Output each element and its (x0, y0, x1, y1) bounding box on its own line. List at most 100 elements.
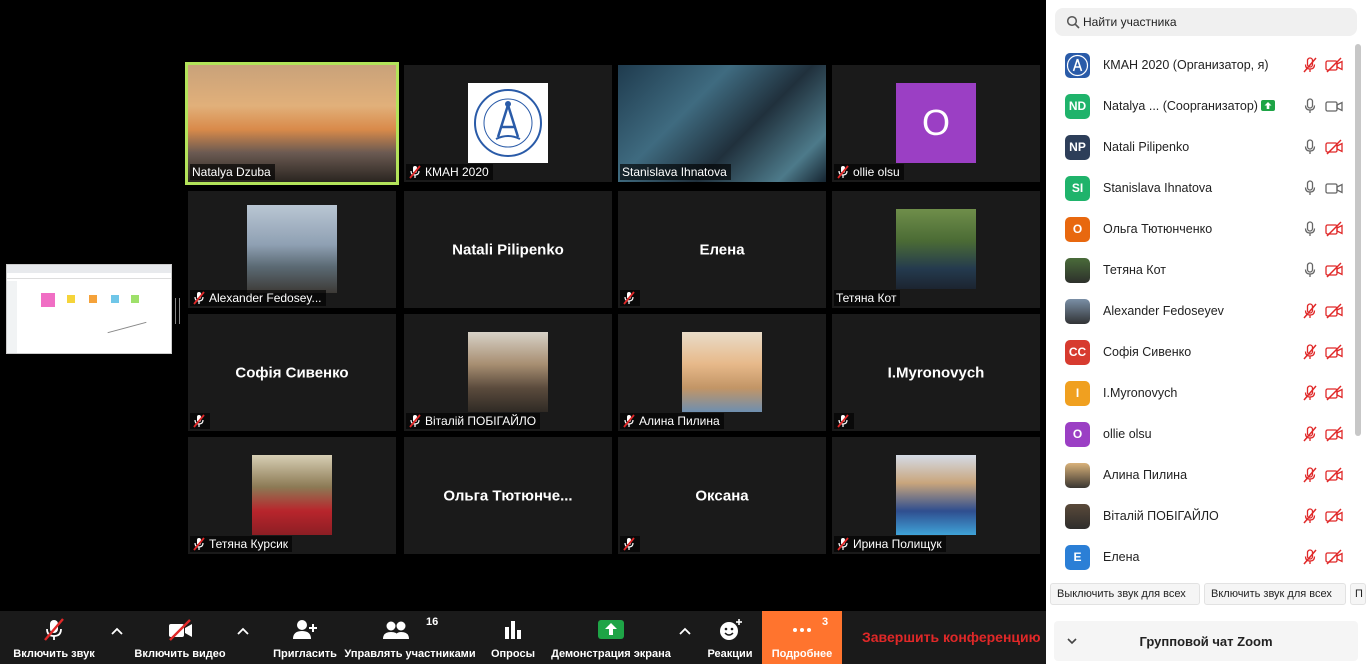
muted-mic-icon[interactable] (1303, 467, 1317, 483)
video-tile[interactable]: I.Myronovych (832, 314, 1040, 431)
participant-name: Віталій ПОБІГАЙЛО (1103, 509, 1219, 523)
video-off-icon[interactable] (1325, 344, 1343, 360)
video-off-icon[interactable] (1325, 467, 1343, 483)
share-options-chevron-icon[interactable] (678, 626, 692, 636)
video-tile[interactable]: Alexander Fedosey... (188, 191, 396, 308)
participant-row[interactable]: I I.Myronovych (1046, 373, 1352, 414)
participant-video (468, 332, 548, 412)
video-off-icon[interactable] (1325, 549, 1343, 565)
tile-name-label: Alexander Fedosey... (190, 290, 326, 306)
video-off-icon[interactable] (1325, 221, 1343, 237)
tile-name: Stanislava Ihnatova (622, 165, 727, 179)
video-off-icon[interactable] (1325, 385, 1343, 401)
more-dots-icon (793, 628, 811, 632)
video-tile[interactable]: Оксана (618, 437, 826, 554)
more-actions-button[interactable]: П (1350, 583, 1366, 605)
share-screen-button[interactable]: Демонстрация экрана (548, 611, 674, 664)
invite-button[interactable]: Пригласить (270, 611, 340, 664)
participants-icon (383, 621, 409, 639)
muted-mic-icon[interactable] (1303, 303, 1317, 319)
participant-video (896, 209, 976, 289)
video-off-icon[interactable] (1325, 57, 1343, 73)
participant-row[interactable]: Віталій ПОБІГАЙЛО (1046, 496, 1352, 537)
kman-logo (468, 83, 548, 163)
mic-icon[interactable] (1303, 98, 1317, 114)
video-tile[interactable]: Елена (618, 191, 826, 308)
video-off-icon[interactable] (1325, 139, 1343, 155)
tile-name-label: Тетяна Кот (834, 290, 901, 306)
participant-name: Тетяна Кот (1103, 263, 1166, 277)
add-person-icon (293, 620, 317, 639)
mic-icon[interactable] (1303, 262, 1317, 278)
video-off-icon[interactable] (1325, 303, 1343, 319)
audio-options-chevron-icon[interactable] (110, 626, 124, 636)
polls-button[interactable]: Опросы (484, 611, 542, 664)
participant-search[interactable] (1055, 8, 1357, 36)
video-tile[interactable]: Stanislava Ihnatova (618, 65, 826, 182)
more-button[interactable]: 3 Подробнее (762, 611, 842, 664)
muted-mic-icon (192, 291, 206, 305)
mic-icon[interactable] (1303, 221, 1317, 237)
tile-center-name: Оксана (695, 487, 749, 504)
screen-share-thumbnail[interactable] (6, 264, 172, 354)
video-tile[interactable]: Тетяна Курсик (188, 437, 396, 554)
participant-name: Алина Пилина (1103, 468, 1188, 482)
tile-name: Natalya Dzuba (192, 165, 271, 179)
participant-row[interactable]: СС Софія Сивенко (1046, 332, 1352, 373)
share-resize-handle[interactable] (175, 298, 180, 324)
muted-mic-icon[interactable] (1303, 508, 1317, 524)
chat-header[interactable]: Групповой чат Zoom (1054, 621, 1358, 661)
tile-name: Тетяна Курсик (209, 537, 289, 551)
search-input[interactable] (1083, 12, 1343, 32)
video-tile[interactable]: Софія Сивенко (188, 314, 396, 431)
video-off-icon[interactable] (1325, 508, 1343, 524)
mic-icon[interactable] (1303, 180, 1317, 196)
video-tile[interactable]: КМАН 2020 (404, 65, 612, 182)
video-tile[interactable]: Алина Пилина (618, 314, 826, 431)
participant-row[interactable]: Тетяна Кот (1046, 250, 1352, 291)
participant-row[interactable]: E Елена (1046, 537, 1352, 575)
video-camera-icon[interactable] (1325, 180, 1343, 196)
participant-name: КМАН 2020 (Организатор, я) (1103, 58, 1269, 72)
video-tile[interactable]: Oollie olsu (832, 65, 1040, 182)
participant-row[interactable]: Alexander Fedoseyev (1046, 291, 1352, 332)
participant-row[interactable]: Oollie olsu (1046, 414, 1352, 455)
mic-icon[interactable] (1303, 139, 1317, 155)
video-tile[interactable]: Natalya Dzuba (185, 62, 399, 185)
video-options-chevron-icon[interactable] (236, 626, 250, 636)
video-tile[interactable]: Віталій ПОБІГАЙЛО (404, 314, 612, 431)
avatar: I (1065, 381, 1090, 406)
tile-name-label: Тетяна Курсик (190, 536, 293, 552)
meeting-toolbar: Включить звук Включить видео Пригласить (0, 611, 1046, 664)
participant-row[interactable]: NP Natali Pilipenko (1046, 127, 1352, 168)
avatar (1065, 258, 1090, 283)
participant-row[interactable]: ND Natalya ... (Соорганизатор) (1046, 86, 1352, 127)
participant-list-scrollbar[interactable] (1355, 44, 1361, 436)
end-meeting-button[interactable]: Завершить конференцию (862, 629, 1042, 645)
muted-mic-icon[interactable] (1303, 344, 1317, 360)
video-tile[interactable]: Ольга Тютюнче... (404, 437, 612, 554)
participant-row[interactable]: Алина Пилина (1046, 455, 1352, 496)
participant-actions: Выключить звук для всех Включить звук дл… (1046, 583, 1366, 607)
video-off-icon[interactable] (1325, 426, 1343, 442)
mute-all-button[interactable]: Выключить звук для всех (1050, 583, 1200, 605)
muted-mic-icon[interactable] (1303, 549, 1317, 565)
video-tile[interactable]: Natali Pilipenko (404, 191, 612, 308)
muted-mic-icon[interactable] (1303, 385, 1317, 401)
reactions-button[interactable]: Реакции (700, 611, 760, 664)
participant-row[interactable]: O Ольга Тютюнченко (1046, 209, 1352, 250)
video-camera-icon[interactable] (1325, 98, 1343, 114)
video-off-icon[interactable] (1325, 262, 1343, 278)
muted-mic-icon[interactable] (1303, 57, 1317, 73)
participant-row[interactable]: КМАН 2020 (Организатор, я) (1046, 45, 1352, 86)
muted-mic-icon[interactable] (1303, 426, 1317, 442)
unmute-button[interactable]: Включить звук (4, 611, 104, 664)
participant-row[interactable]: SI Stanislava Ihnatova (1046, 168, 1352, 209)
unmute-all-button[interactable]: Включить звук для всех (1204, 583, 1346, 605)
tile-center-name: Софія Сивенко (235, 364, 349, 381)
video-tile[interactable]: Тетяна Кот (832, 191, 1040, 308)
start-video-button[interactable]: Включить видео (130, 611, 230, 664)
video-tile[interactable]: Ирина Полищук (832, 437, 1040, 554)
manage-participants-button[interactable]: 16 Управлять участниками (342, 611, 478, 664)
muted-mic-icon (192, 537, 206, 551)
